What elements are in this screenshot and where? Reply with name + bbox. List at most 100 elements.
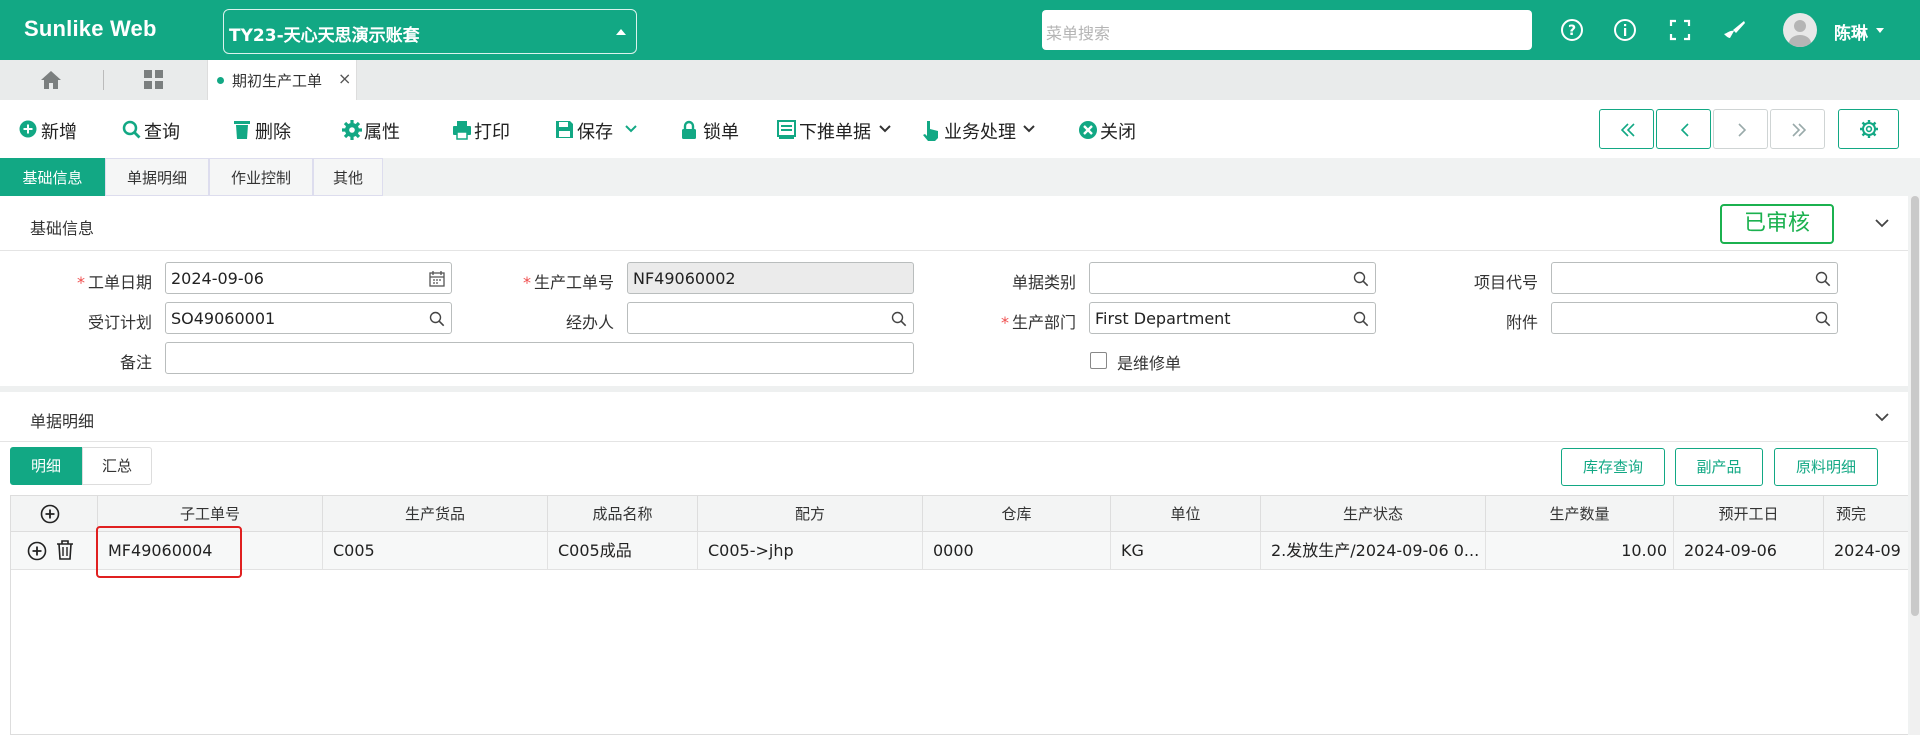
chevron-down-icon[interactable] <box>1875 413 1889 422</box>
previous-record-button[interactable] <box>1656 109 1711 149</box>
menu-search-input[interactable]: 菜单搜索 <box>1042 10 1532 50</box>
trash-icon <box>234 121 250 139</box>
work-date-field[interactable]: 2024-09-06 <box>165 262 452 294</box>
printer-icon <box>453 121 471 140</box>
brand-logo: Sunlike Web <box>24 16 157 41</box>
print-label: 打印 <box>474 122 510 143</box>
chevron-right-icon <box>1738 123 1747 137</box>
search-placeholder: 菜单搜索 <box>1046 24 1111 43</box>
tab-opening-work-order[interactable]: 期初生产工单 × <box>207 60 357 100</box>
project-code-label: 项目代号 <box>1473 273 1538 292</box>
plus-circle-icon[interactable] <box>40 504 60 524</box>
table-row[interactable]: MF49060004 C005 C005成品 C005->jhp 0000 KG… <box>11 532 1908 570</box>
search-icon[interactable] <box>891 311 907 327</box>
column-header[interactable]: 生产数量 <box>1486 496 1674 532</box>
trash-icon[interactable] <box>56 540 74 560</box>
close-icon[interactable]: × <box>338 69 351 88</box>
calendar-icon[interactable] <box>429 271 445 287</box>
column-header[interactable]: 生产货品 <box>323 496 548 532</box>
search-icon[interactable] <box>1353 311 1369 327</box>
attachment-field[interactable] <box>1551 302 1838 334</box>
home-icon[interactable] <box>40 70 62 90</box>
remark-label: 备注 <box>119 353 152 372</box>
product-name-cell[interactable]: C005成品 <box>548 532 698 570</box>
caret-up-icon <box>616 29 626 35</box>
status-cell[interactable]: 2.发放生产/2024-09-06 0... <box>1261 532 1486 570</box>
column-header[interactable]: 预完 <box>1824 496 1908 532</box>
production-dept-field[interactable]: First Department <box>1089 302 1376 334</box>
document-list-icon <box>777 120 796 139</box>
section-title: 基础信息 <box>30 219 95 238</box>
plan-start-cell[interactable]: 2024-09-06 <box>1674 532 1824 570</box>
warehouse-cell[interactable]: 0000 <box>923 532 1111 570</box>
help-circle-icon[interactable]: ? <box>1558 16 1586 44</box>
column-header[interactable]: 单位 <box>1111 496 1261 532</box>
gear-icon <box>342 120 362 140</box>
fullscreen-icon[interactable] <box>1666 16 1694 44</box>
tab-other[interactable]: 其他 <box>313 158 383 196</box>
top-header: Sunlike Web TY23-天心天思演示账套 菜单搜索 ? 陈琳 <box>0 0 1920 60</box>
tab-base-info[interactable]: 基础信息 <box>0 158 105 196</box>
material-detail-button[interactable]: 原料明细 <box>1774 448 1878 486</box>
search-icon[interactable] <box>1815 271 1831 287</box>
search-icon[interactable] <box>429 311 445 327</box>
divider <box>0 441 1908 442</box>
save-label: 保存 <box>577 122 613 143</box>
column-header[interactable]: 生产状态 <box>1261 496 1486 532</box>
first-record-button[interactable] <box>1599 109 1654 149</box>
row-actions <box>11 532 98 570</box>
order-plan-field[interactable]: SO49060001 <box>165 302 452 334</box>
unit-cell[interactable]: KG <box>1111 532 1261 570</box>
chevron-down-icon[interactable] <box>1023 125 1035 133</box>
repair-order-label: 是维修单 <box>1117 354 1182 373</box>
search-icon[interactable] <box>1353 271 1369 287</box>
caret-down-icon[interactable] <box>1876 28 1884 33</box>
order-plan-value: SO49060001 <box>171 309 276 328</box>
formula-cell[interactable]: C005->jhp <box>698 532 923 570</box>
project-code-field[interactable] <box>1551 262 1838 294</box>
tab-doc-detail[interactable]: 单据明细 <box>105 158 209 196</box>
scrollbar-thumb[interactable] <box>1911 196 1919 616</box>
product-cell[interactable]: C005 <box>323 532 548 570</box>
toggle-detail[interactable]: 明细 <box>10 447 82 485</box>
next-record-button[interactable] <box>1713 109 1768 149</box>
info-circle-icon[interactable] <box>1611 16 1639 44</box>
order-no-value: NF49060002 <box>633 269 736 288</box>
theme-brush-icon[interactable] <box>1720 16 1748 44</box>
plan-finish-cell[interactable]: 2024-09 <box>1824 532 1908 570</box>
search-icon[interactable] <box>1815 311 1831 327</box>
column-header[interactable]: 预开工日 <box>1674 496 1824 532</box>
plus-circle-icon <box>19 120 37 138</box>
last-record-button[interactable] <box>1770 109 1825 149</box>
plus-circle-icon[interactable] <box>27 541 47 561</box>
account-selector[interactable]: TY23-天心天思演示账套 <box>223 9 637 54</box>
query-label: 查询 <box>144 122 180 143</box>
remark-field[interactable] <box>165 342 914 374</box>
production-dept-value: First Department <box>1095 309 1231 328</box>
tab-job-control[interactable]: 作业控制 <box>209 158 313 196</box>
chevron-down-icon[interactable] <box>879 125 891 133</box>
column-header[interactable]: 配方 <box>698 496 923 532</box>
chevron-down-icon[interactable] <box>625 125 637 133</box>
chevron-down-icon[interactable] <box>1875 219 1889 228</box>
repair-order-checkbox[interactable] <box>1090 352 1107 369</box>
column-header[interactable]: 成品名称 <box>548 496 698 532</box>
settings-button[interactable] <box>1838 109 1899 149</box>
handler-field[interactable] <box>627 302 914 334</box>
stock-query-button[interactable]: 库存查询 <box>1561 448 1665 486</box>
properties-label: 属性 <box>364 122 400 143</box>
user-name[interactable]: 陈琳 <box>1834 19 1868 44</box>
by-product-button[interactable]: 副产品 <box>1675 448 1763 486</box>
highlight-box <box>96 526 242 578</box>
toggle-summary[interactable]: 汇总 <box>82 447 152 485</box>
lock-icon <box>682 120 696 139</box>
detail-panel: 单据明细 明细 汇总 库存查询 副产品 原料明细 子工单号 生产货品 成品名称 … <box>0 392 1908 735</box>
apps-grid-icon[interactable] <box>143 70 165 90</box>
work-date-label: * 工单日期 <box>76 273 152 292</box>
doc-type-field[interactable] <box>1089 262 1376 294</box>
push-down-label: 下推单据 <box>799 122 871 143</box>
quantity-cell[interactable]: 10.00 <box>1486 532 1674 570</box>
user-avatar-icon[interactable] <box>1783 13 1817 47</box>
order-no-label: * 生产工单号 <box>522 273 614 292</box>
column-header[interactable]: 仓库 <box>923 496 1111 532</box>
